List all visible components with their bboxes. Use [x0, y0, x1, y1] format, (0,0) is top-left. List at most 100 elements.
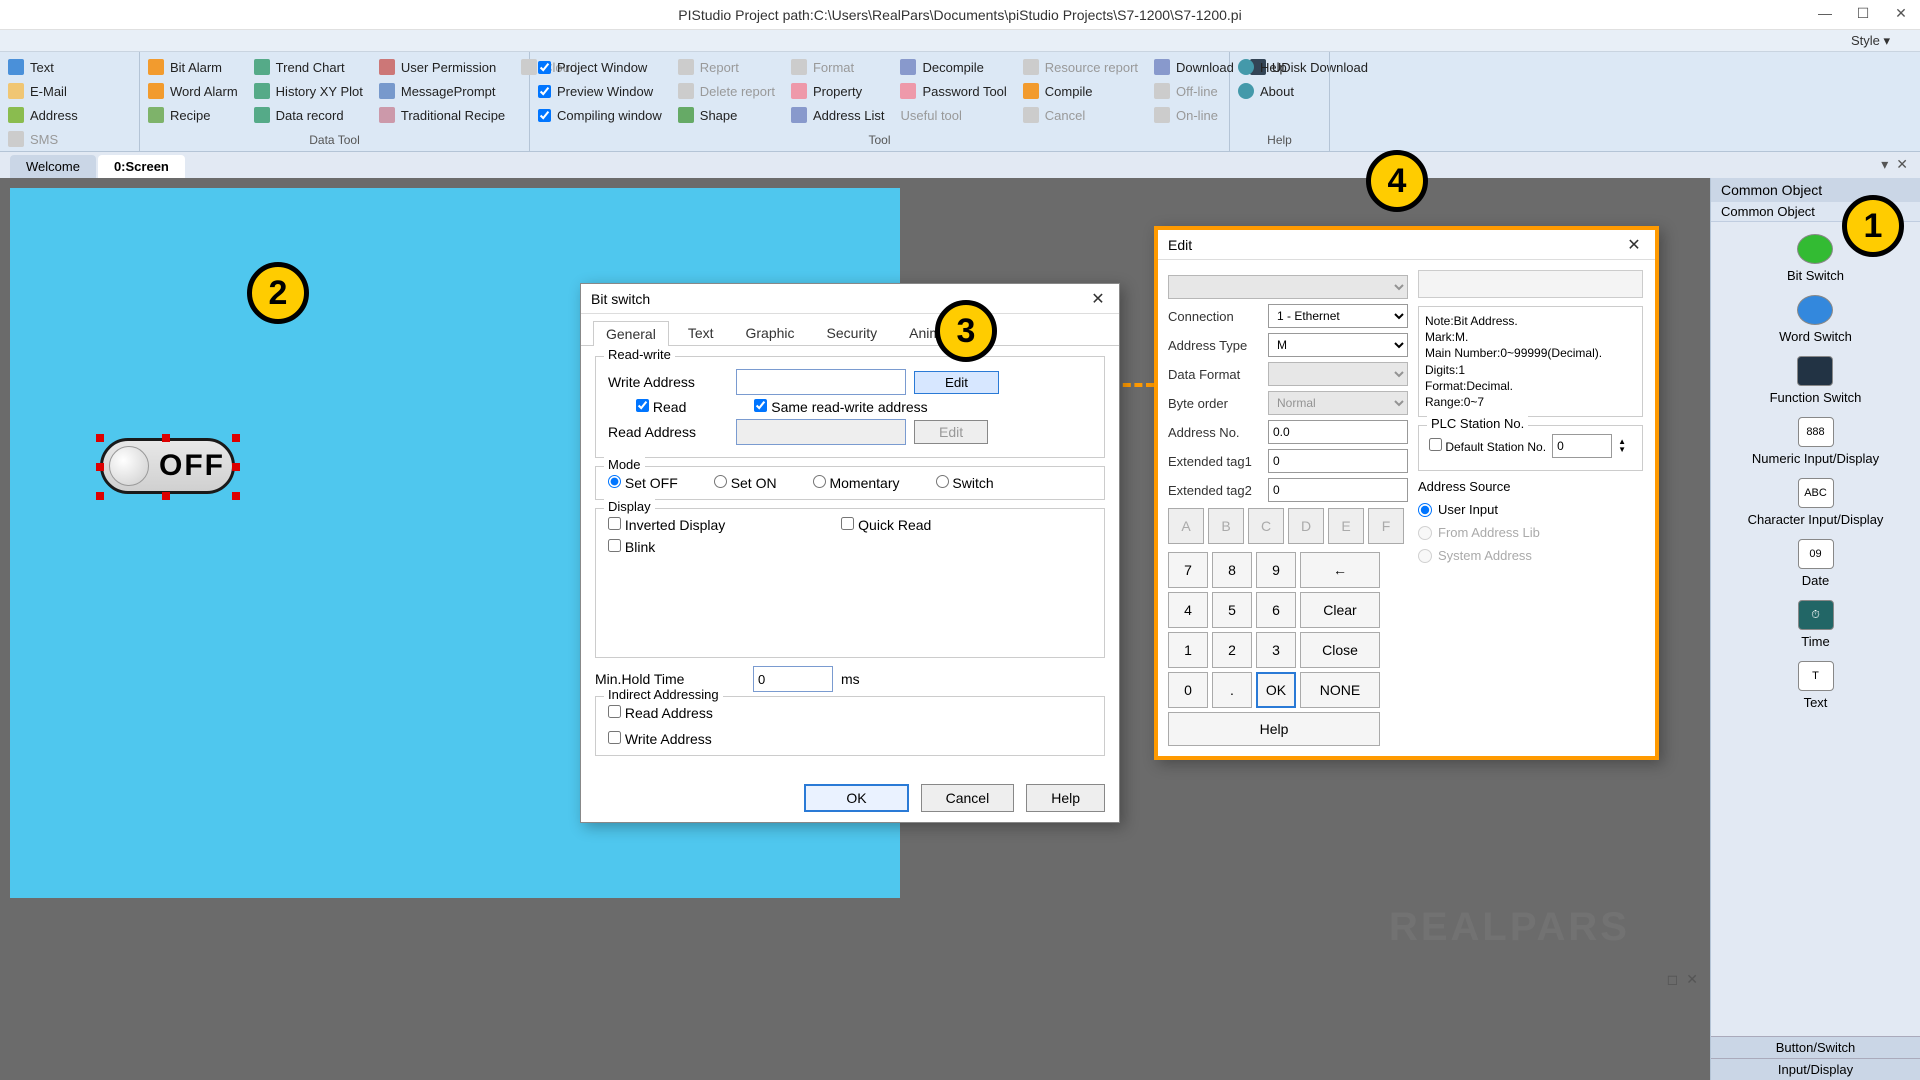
close-icon[interactable]: ✕: [1892, 4, 1910, 22]
write-address-edit-button[interactable]: Edit: [914, 371, 999, 394]
ribbon-address[interactable]: Address: [8, 104, 131, 126]
mode-switch[interactable]: Switch: [936, 475, 994, 491]
ribbon-password-tool[interactable]: Password Tool: [900, 80, 1006, 102]
ribbon-text[interactable]: Text: [8, 56, 131, 78]
kp-6[interactable]: 6: [1256, 592, 1296, 628]
ribbon-shape[interactable]: Shape: [678, 104, 775, 126]
selection-handle[interactable]: [232, 492, 240, 500]
mode-set-off[interactable]: Set OFF: [608, 475, 678, 491]
obj-text[interactable]: TText: [1798, 661, 1834, 710]
blink-checkbox[interactable]: Blink: [608, 539, 655, 555]
minimize-icon[interactable]: —: [1816, 4, 1834, 22]
indirect-read-checkbox[interactable]: Read Address: [608, 705, 713, 721]
kp-close[interactable]: Close: [1300, 632, 1380, 668]
maximize-icon[interactable]: ☐: [1854, 4, 1872, 22]
obj-time[interactable]: ⏱Time: [1798, 600, 1834, 649]
same-rw-checkbox[interactable]: Same read-write address: [754, 399, 927, 415]
ribbon-about[interactable]: About: [1238, 80, 1321, 102]
kp-ok[interactable]: OK: [1256, 672, 1296, 708]
kp-clear[interactable]: Clear: [1300, 592, 1380, 628]
obj-word-switch[interactable]: Word Switch: [1779, 295, 1852, 344]
ribbon-preview-window[interactable]: Preview Window: [538, 80, 662, 102]
ribbon-download[interactable]: Download: [1154, 56, 1234, 78]
kp-4[interactable]: 4: [1168, 592, 1208, 628]
kp-9[interactable]: 9: [1256, 552, 1296, 588]
obj-numeric-input[interactable]: 888Numeric Input/Display: [1752, 417, 1879, 466]
obj-function-switch[interactable]: Function Switch: [1770, 356, 1862, 405]
panel-close-icon[interactable]: ✕: [1686, 971, 1698, 988]
cancel-button[interactable]: Cancel: [921, 784, 1015, 812]
kp-2[interactable]: 2: [1212, 632, 1252, 668]
ribbon-help[interactable]: Help: [1238, 56, 1321, 78]
spinner-icon[interactable]: ▲▼: [1618, 438, 1626, 454]
indirect-write-checkbox[interactable]: Write Address: [608, 731, 712, 747]
selection-handle[interactable]: [96, 492, 104, 500]
tab-welcome[interactable]: Welcome: [10, 155, 96, 178]
default-station-checkbox[interactable]: Default Station No.: [1429, 438, 1546, 454]
ribbon-recipe[interactable]: Recipe: [148, 104, 238, 126]
selection-handle[interactable]: [162, 492, 170, 500]
kp-backspace[interactable]: ←: [1300, 552, 1380, 588]
mode-set-on[interactable]: Set ON: [714, 475, 777, 491]
selection-handle[interactable]: [232, 434, 240, 442]
kp-1[interactable]: 1: [1168, 632, 1208, 668]
station-no-input[interactable]: [1552, 434, 1612, 458]
ribbon-compile[interactable]: Compile: [1023, 80, 1138, 102]
ext-tag1-input[interactable]: [1268, 449, 1408, 473]
write-address-input[interactable]: [736, 369, 906, 395]
dlg-tab-text[interactable]: Text: [675, 320, 727, 345]
kp-none[interactable]: NONE: [1300, 672, 1380, 708]
ribbon-message-prompt[interactable]: MessagePrompt: [379, 80, 505, 102]
kp-help[interactable]: Help: [1168, 712, 1380, 746]
selection-handle[interactable]: [162, 434, 170, 442]
src-user-input[interactable]: User Input: [1418, 502, 1643, 517]
style-dropdown[interactable]: Style: [1851, 33, 1880, 48]
address-no-input[interactable]: [1268, 420, 1408, 444]
inverted-display-checkbox[interactable]: Inverted Display: [608, 517, 725, 533]
placed-bit-switch[interactable]: OFF: [100, 438, 235, 494]
close-icon[interactable]: ✕: [1623, 234, 1645, 256]
dlg-tab-general[interactable]: General: [593, 321, 669, 346]
ribbon-address-list[interactable]: Address List: [791, 104, 885, 126]
connection-select[interactable]: 1 - Ethernet: [1268, 304, 1408, 328]
panel-tab-input-display[interactable]: Input/Display: [1711, 1058, 1920, 1080]
kp-5[interactable]: 5: [1212, 592, 1252, 628]
ribbon-data-record[interactable]: Data record: [254, 104, 363, 126]
kp-0[interactable]: 0: [1168, 672, 1208, 708]
ribbon-compiling-window[interactable]: Compiling window: [538, 104, 662, 126]
ext-tag2-input[interactable]: [1268, 478, 1408, 502]
help-button[interactable]: Help: [1026, 784, 1105, 812]
quick-read-checkbox[interactable]: Quick Read: [841, 517, 931, 533]
mode-momentary[interactable]: Momentary: [813, 475, 900, 491]
ribbon-traditional-recipe[interactable]: Traditional Recipe: [379, 104, 505, 126]
close-icon[interactable]: ✕: [1087, 288, 1109, 310]
address-type-select[interactable]: M: [1268, 333, 1408, 357]
obj-character-input[interactable]: ABCCharacter Input/Display: [1748, 478, 1884, 527]
min-hold-input[interactable]: [753, 666, 833, 692]
kp-8[interactable]: 8: [1212, 552, 1252, 588]
read-checkbox[interactable]: Read: [636, 399, 686, 415]
tabs-close-icon[interactable]: ✕: [1896, 156, 1908, 173]
dlg-tab-security[interactable]: Security: [814, 320, 891, 345]
kp-7[interactable]: 7: [1168, 552, 1208, 588]
panel-tab-button-switch[interactable]: Button/Switch: [1711, 1036, 1920, 1058]
kp-3[interactable]: 3: [1256, 632, 1296, 668]
ribbon-bit-alarm[interactable]: Bit Alarm: [148, 56, 238, 78]
ok-button[interactable]: OK: [804, 784, 908, 812]
ribbon-useful-tool[interactable]: Useful tool: [900, 104, 1006, 126]
ribbon-trend-chart[interactable]: Trend Chart: [254, 56, 363, 78]
ribbon-decompile[interactable]: Decompile: [900, 56, 1006, 78]
selection-handle[interactable]: [232, 463, 240, 471]
ribbon-project-window[interactable]: Project Window: [538, 56, 662, 78]
ribbon-history-xy[interactable]: History XY Plot: [254, 80, 363, 102]
ribbon-user-permission[interactable]: User Permission: [379, 56, 505, 78]
ribbon-property[interactable]: Property: [791, 80, 885, 102]
kp-dot[interactable]: .: [1212, 672, 1252, 708]
tabs-dropdown-icon[interactable]: ▾: [1881, 156, 1888, 173]
ribbon-email[interactable]: E-Mail: [8, 80, 131, 102]
selection-handle[interactable]: [96, 463, 104, 471]
panel-restore-icon[interactable]: ◻: [1667, 971, 1679, 988]
selection-handle[interactable]: [96, 434, 104, 442]
tab-screen[interactable]: 0:Screen: [98, 155, 185, 178]
dlg-tab-graphic[interactable]: Graphic: [733, 320, 808, 345]
